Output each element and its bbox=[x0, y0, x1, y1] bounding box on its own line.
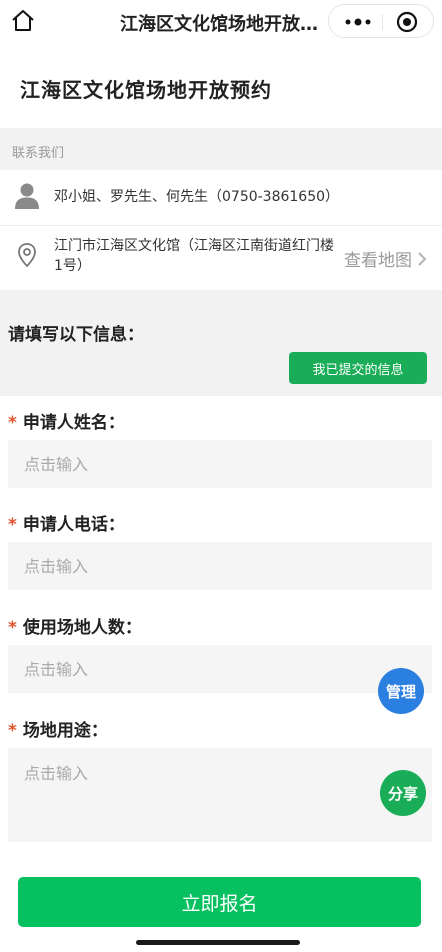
contact-section-header: 联系我们 bbox=[0, 128, 442, 170]
form-heading: 请填写以下信息： bbox=[8, 325, 144, 345]
navigation-bar: 江海区文化馆场地开放预约 bbox=[0, 0, 442, 44]
required-mark: * bbox=[8, 618, 17, 638]
booking-form: *申请人姓名： *申请人电话： *使用场地人数： *场地用途： bbox=[0, 396, 442, 864]
chevron-right-icon bbox=[418, 251, 427, 266]
page-title: 江海区文化馆场地开放预约 bbox=[20, 78, 272, 102]
nav-title: 江海区文化馆场地开放预约 bbox=[120, 14, 320, 35]
view-map-link[interactable]: 查看地图 bbox=[344, 246, 428, 271]
contact-people-row: 邓小姐、罗先生、何先生（0750-3861650） bbox=[0, 170, 442, 226]
person-icon bbox=[15, 183, 39, 209]
applicant-name-input[interactable] bbox=[8, 440, 432, 488]
mini-program-capsule bbox=[328, 4, 434, 38]
field-label-text: 场地用途： bbox=[22, 721, 108, 741]
target-close-icon[interactable] bbox=[396, 11, 418, 33]
register-now-button[interactable]: 立即报名 bbox=[18, 877, 421, 927]
manage-float-button[interactable]: 管理 bbox=[378, 668, 424, 714]
applicant-phone-label: * 申请人电话： bbox=[8, 510, 125, 535]
field-label-text: 申请人电话： bbox=[22, 515, 125, 535]
field-label-text: 使用场地人数： bbox=[22, 618, 142, 638]
contact-address-text: 江门市江海区文化馆（江海区江南街道红门楼1号） bbox=[54, 238, 334, 274]
field-label-text: 申请人姓名： bbox=[22, 413, 125, 433]
attendee-count-label: * 使用场地人数： bbox=[8, 613, 142, 638]
attendee-count-input[interactable] bbox=[8, 645, 432, 693]
contact-address-row[interactable]: 江门市江海区文化馆（江海区江南街道红门楼1号） 查看地图 bbox=[0, 226, 442, 290]
required-mark: * bbox=[8, 515, 17, 535]
form-intro-section: 请填写以下信息： 我已提交的信息 bbox=[0, 290, 442, 396]
capsule-divider bbox=[382, 14, 383, 30]
location-pin-icon bbox=[18, 243, 36, 268]
home-indicator bbox=[136, 940, 300, 945]
page-header: 江海区文化馆场地开放预约 bbox=[0, 44, 442, 128]
bottom-action-bar: 立即报名 bbox=[0, 864, 442, 952]
my-submissions-button[interactable]: 我已提交的信息 bbox=[289, 352, 427, 384]
required-mark: * bbox=[8, 721, 17, 741]
required-mark: * bbox=[8, 413, 17, 433]
share-float-button[interactable]: 分享 bbox=[380, 770, 426, 816]
venue-purpose-label: * 场地用途： bbox=[8, 716, 108, 741]
contact-people-text: 邓小姐、罗先生、何先生（0750-3861650） bbox=[54, 189, 340, 205]
venue-purpose-textarea[interactable] bbox=[8, 748, 432, 842]
applicant-name-label: * 申请人姓名： bbox=[8, 408, 125, 433]
applicant-phone-input[interactable] bbox=[8, 542, 432, 590]
view-map-label: 查看地图 bbox=[344, 251, 412, 271]
section-label: 联系我们 bbox=[12, 146, 65, 161]
home-icon[interactable] bbox=[10, 8, 36, 34]
more-dots-icon[interactable] bbox=[343, 13, 373, 31]
